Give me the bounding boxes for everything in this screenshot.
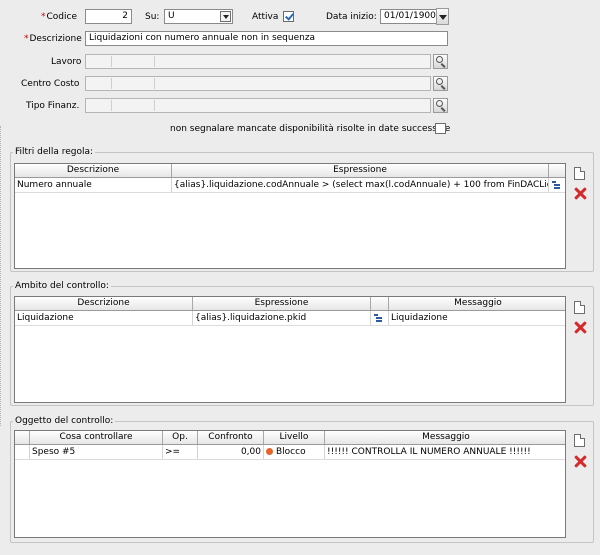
non-segnalare-checkbox[interactable] (435, 123, 446, 134)
table-header: Descrizione Espressione Messaggio (15, 297, 565, 311)
descrizione-label: *Descrizione (24, 34, 82, 44)
column-header[interactable]: Espressione (172, 164, 549, 177)
attiva-label: Attiva (252, 12, 279, 22)
cell-descrizione[interactable]: Numero annuale (15, 178, 172, 192)
cell-messaggio[interactable]: !!!!!! CONTROLLA IL NUMERO ANNUALE !!!!!… (325, 445, 565, 459)
chevron-down-icon[interactable] (220, 11, 231, 22)
centro-costo-label: Centro Costo (21, 79, 80, 89)
data-inizio-input[interactable]: 01/01/1900 (380, 9, 437, 24)
column-header (549, 164, 565, 177)
oggetto-title: Oggetto del controllo: (13, 416, 116, 427)
attiva-checkbox[interactable] (283, 11, 294, 22)
table-row[interactable]: Numero annuale {alias}.liquidazione.codA… (15, 178, 565, 193)
cell-espressione[interactable]: {alias}.liquidazione.pkid (193, 311, 371, 325)
date-dropdown-button[interactable] (436, 8, 449, 25)
column-header[interactable]: Cosa controllare (30, 431, 163, 444)
centro-costo-input[interactable] (85, 76, 431, 91)
delete-icon[interactable] (574, 187, 587, 200)
cell-confronto[interactable]: 0,00 (198, 445, 264, 459)
cell-editor[interactable] (371, 311, 389, 325)
cell-op[interactable]: >= (163, 445, 198, 459)
new-document-icon[interactable] (574, 434, 585, 447)
cell-espressione[interactable]: {alias}.liquidazione.codAnnuale > (selec… (172, 178, 549, 192)
search-icon (436, 56, 443, 63)
ambito-title: Ambito del controllo: (13, 281, 111, 292)
ambito-table[interactable]: Descrizione Espressione Messaggio Liquid… (14, 296, 566, 403)
column-header[interactable]: Espressione (193, 297, 371, 310)
tipo-finanz-search-button[interactable] (433, 98, 448, 113)
column-header[interactable]: Confronto (198, 431, 264, 444)
delete-icon[interactable] (574, 455, 587, 468)
search-icon (436, 100, 443, 107)
column-header[interactable]: Messaggio (325, 431, 565, 444)
codice-input[interactable]: 2 (85, 9, 132, 24)
non-segnalare-label: non segnalare mancate disponibilità riso… (170, 124, 451, 134)
expression-editor-icon[interactable] (374, 314, 383, 322)
search-icon (436, 78, 443, 85)
cell-descrizione[interactable]: Liquidazione (15, 311, 193, 325)
data-inizio-label: Data inizio: (326, 12, 377, 22)
status-dot-icon (266, 448, 273, 455)
filtri-title: Filtri della regola: (13, 147, 96, 158)
expression-editor-icon[interactable] (552, 181, 561, 189)
column-header[interactable]: Descrizione (15, 297, 193, 310)
oggetto-table[interactable]: Cosa controllare Op. Confronto Livello M… (14, 430, 566, 538)
tipo-finanz-label: Tipo Finanz. (26, 101, 80, 111)
centro-costo-search-button[interactable] (433, 76, 448, 91)
cell-messaggio[interactable]: Liquidazione (389, 311, 565, 325)
su-select[interactable]: U (164, 9, 233, 24)
column-header[interactable]: Op. (163, 431, 198, 444)
codice-label: *Codice (41, 12, 77, 22)
su-label: Su: (145, 12, 160, 22)
row-selector-header (15, 431, 30, 444)
lavoro-input[interactable] (85, 54, 431, 69)
column-header (371, 297, 389, 310)
column-header[interactable]: Messaggio (389, 297, 565, 310)
new-document-icon[interactable] (574, 167, 585, 180)
filtri-table[interactable]: Descrizione Espressione Numero annuale {… (14, 163, 566, 269)
livello-text: Blocco (276, 447, 306, 457)
table-row[interactable]: Liquidazione {alias}.liquidazione.pkid L… (15, 311, 565, 326)
lavoro-search-button[interactable] (433, 54, 448, 69)
cell-cosa[interactable]: Speso #5 (30, 445, 163, 459)
table-header: Cosa controllare Op. Confronto Livello M… (15, 431, 565, 445)
descrizione-input[interactable]: Liquidazioni con numero annuale non in s… (85, 31, 448, 46)
table-row[interactable]: Speso #5 >= 0,00 Blocco !!!!!! CONTROLLA… (15, 445, 565, 460)
column-header[interactable]: Livello (264, 431, 325, 444)
row-selector[interactable] (15, 445, 30, 459)
lavoro-label: Lavoro (51, 57, 82, 67)
delete-icon[interactable] (574, 321, 587, 334)
cell-editor[interactable] (549, 178, 565, 192)
table-header: Descrizione Espressione (15, 164, 565, 178)
left-edge-guide (0, 126, 3, 426)
column-header[interactable]: Descrizione (15, 164, 172, 177)
tipo-finanz-input[interactable] (85, 98, 431, 113)
cell-livello[interactable]: Blocco (264, 445, 325, 459)
new-document-icon[interactable] (574, 301, 585, 314)
